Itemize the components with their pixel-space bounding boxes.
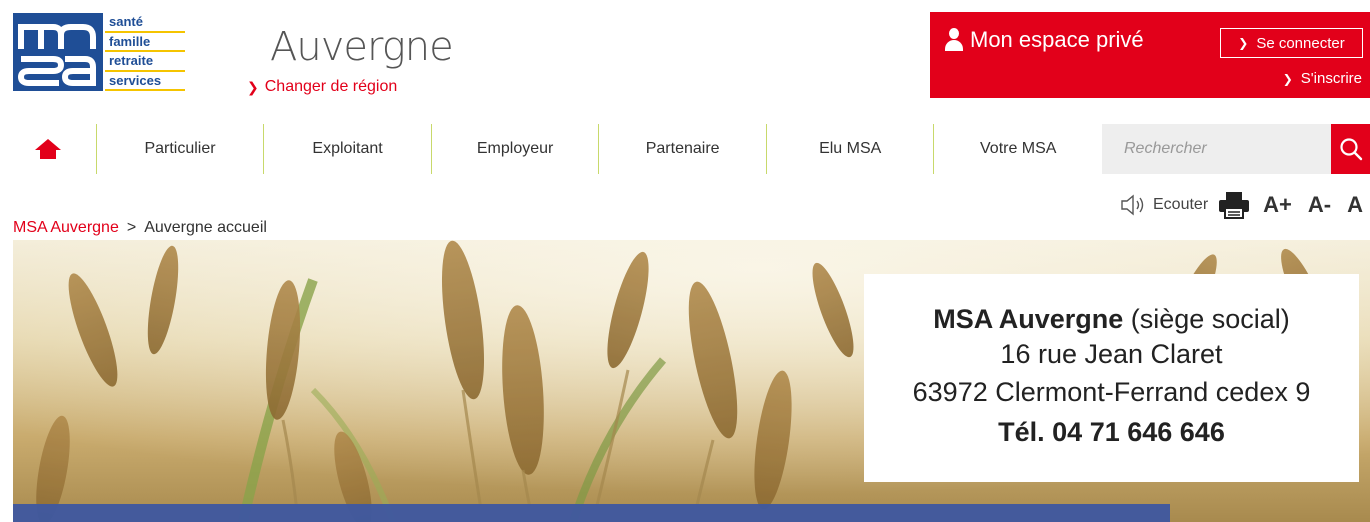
logo-line: services bbox=[105, 72, 185, 91]
hero-banner-band bbox=[13, 504, 1170, 522]
breadcrumb-current: Auvergne accueil bbox=[144, 219, 267, 236]
search-button[interactable] bbox=[1331, 124, 1370, 174]
address-phone[interactable]: Tél. 04 71 646 646 bbox=[864, 417, 1359, 448]
user-icon bbox=[944, 28, 964, 52]
search-bar bbox=[1102, 124, 1370, 174]
signup-label: S'inscrire bbox=[1300, 70, 1362, 87]
nav-item-votre-msa[interactable]: Votre MSA bbox=[934, 124, 1102, 174]
nav-home[interactable] bbox=[0, 124, 97, 174]
nav-item-particulier[interactable]: Particulier bbox=[97, 124, 265, 174]
address-name-line: MSA Auvergne (siège social) bbox=[864, 304, 1359, 335]
change-region-label: Changer de région bbox=[264, 78, 398, 95]
logo-line: famille bbox=[105, 33, 185, 52]
breadcrumb-separator: > bbox=[126, 219, 137, 236]
search-input[interactable] bbox=[1102, 124, 1331, 174]
breadcrumb: MSA Auvergne > Auvergne accueil bbox=[13, 219, 267, 237]
address-street: 16 rue Jean Claret bbox=[1000, 339, 1223, 369]
nav-item-employeur[interactable]: Employeur bbox=[432, 124, 600, 174]
address-card: MSA Auvergne (siège social) 16 rue Jean … bbox=[864, 274, 1359, 482]
address-name: MSA Auvergne bbox=[933, 304, 1124, 334]
address-city: 63972 Clermont-Ferrand cedex 9 bbox=[912, 377, 1311, 407]
login-button-label: Se connecter bbox=[1256, 34, 1345, 52]
nav-item-elu-msa[interactable]: Elu MSA bbox=[767, 124, 935, 174]
search-icon bbox=[1339, 138, 1362, 161]
breadcrumb-link[interactable]: MSA Auvergne bbox=[13, 219, 119, 237]
logo-line: retraite bbox=[105, 52, 185, 72]
nav-item-partenaire[interactable]: Partenaire bbox=[599, 124, 767, 174]
chevron-right-icon: ❯ bbox=[247, 78, 259, 95]
logo-line: santé bbox=[105, 13, 185, 33]
private-space-panel: Mon espace privé ❯ Se connecter ❯ S'insc… bbox=[930, 12, 1370, 98]
accessibility-tools: Ecouter A+ A- A bbox=[1119, 188, 1366, 222]
print-icon[interactable] bbox=[1218, 191, 1250, 219]
address-name-suffix: (siège social) bbox=[1123, 304, 1290, 334]
msa-logo[interactable]: santé famille retraite services bbox=[13, 13, 185, 91]
chevron-right-icon: ❯ bbox=[1282, 71, 1293, 86]
speaker-icon bbox=[1121, 194, 1144, 216]
font-decrease-button[interactable]: A- bbox=[1305, 192, 1334, 218]
private-space-title: Mon espace privé bbox=[944, 27, 1144, 53]
change-region-link[interactable]: ❯ Changer de région bbox=[247, 78, 397, 96]
region-title: Auvergne bbox=[270, 24, 454, 70]
private-space-label: Mon espace privé bbox=[970, 27, 1144, 52]
chevron-right-icon: ❯ bbox=[1238, 36, 1249, 50]
listen-label: Ecouter bbox=[1153, 196, 1209, 213]
nav-item-exploitant[interactable]: Exploitant bbox=[264, 124, 432, 174]
font-reset-button[interactable]: A bbox=[1344, 192, 1366, 218]
home-icon bbox=[34, 139, 61, 159]
signup-link[interactable]: ❯ S'inscrire bbox=[1283, 70, 1362, 87]
main-nav: Particulier Exploitant Employeur Partena… bbox=[0, 124, 1102, 174]
login-button[interactable]: ❯ Se connecter bbox=[1220, 28, 1363, 58]
font-increase-button[interactable]: A+ bbox=[1260, 192, 1295, 218]
msa-logo-mark bbox=[13, 13, 103, 91]
logo-tagline: santé famille retraite services bbox=[105, 13, 185, 91]
listen-button[interactable]: Ecouter bbox=[1119, 193, 1208, 217]
